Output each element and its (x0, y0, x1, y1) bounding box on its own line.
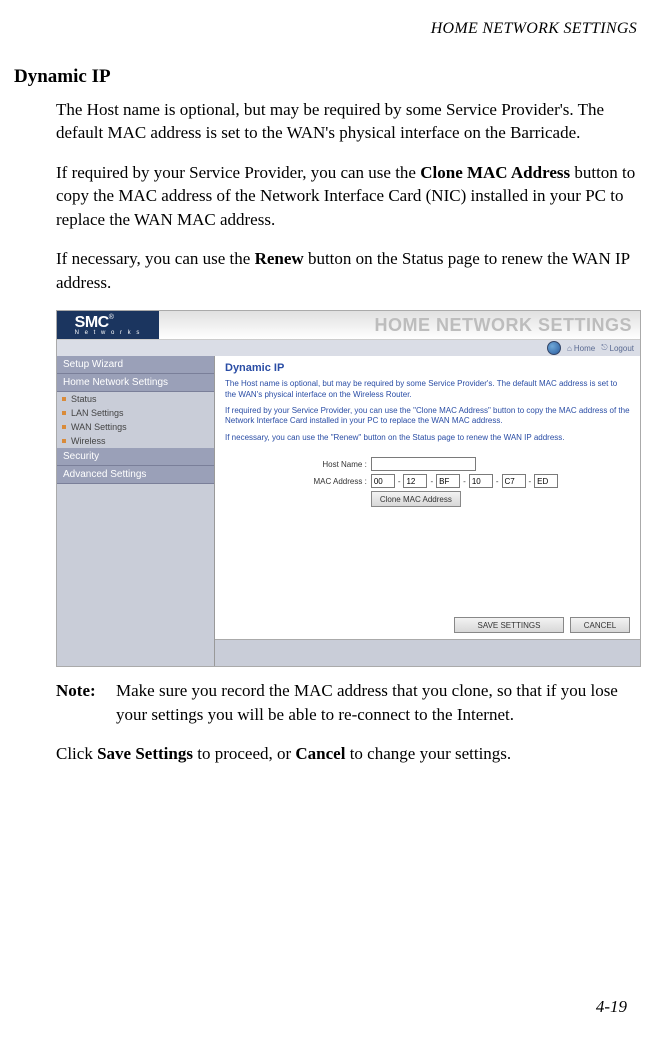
toolbar-home-link[interactable]: ⌂ Home (567, 344, 595, 353)
logout-icon: ⎋ (601, 343, 607, 353)
dynamic-ip-form: Host Name : MAC Address : - - - - (297, 457, 558, 510)
paragraph-1: The Host name is optional, but may be re… (56, 98, 637, 145)
closing-b: Save Settings (97, 744, 193, 763)
sidebar-home-network-settings[interactable]: Home Network Settings (57, 374, 214, 392)
sidebar-item-wireless[interactable]: Wireless (57, 434, 214, 448)
toolbar-logout-label: Logout (610, 344, 634, 353)
toolbar-left-spacer (57, 340, 214, 356)
content-title: Dynamic IP (225, 362, 630, 374)
toolbar-home-label: Home (574, 344, 595, 353)
note-text: Make sure you record the MAC address tha… (116, 679, 627, 726)
paragraph-2: If required by your Service Provider, yo… (56, 161, 637, 231)
mac-octet-4[interactable] (469, 474, 493, 488)
closing-d: Cancel (295, 744, 345, 763)
logo-registered: ® (109, 314, 114, 321)
mac-sep: - (427, 477, 436, 486)
toolbar-logout-link[interactable]: ⎋ Logout (601, 343, 634, 353)
sidebar-security[interactable]: Security (57, 448, 214, 466)
closing-paragraph: Click Save Settings to proceed, or Cance… (56, 742, 637, 765)
page-number: 4-19 (596, 997, 627, 1017)
router-screenshot: SMC® N e t w o r k s HOME NETWORK SETTIN… (56, 310, 641, 667)
banner-title: HOME NETWORK SETTINGS (159, 311, 640, 339)
save-settings-button[interactable]: SAVE SETTINGS (454, 617, 564, 633)
sidebar-item-status[interactable]: Status (57, 392, 214, 406)
clone-mac-button[interactable]: Clone MAC Address (371, 491, 461, 507)
closing-c: to proceed, or (193, 744, 295, 763)
note-label: Note: (56, 679, 116, 726)
mac-sep: - (526, 477, 535, 486)
sidebar: Setup Wizard Home Network Settings Statu… (57, 356, 215, 666)
paragraph-3-bold: Renew (255, 249, 304, 268)
closing-a: Click (56, 744, 97, 763)
mac-sep: - (395, 477, 404, 486)
content-paragraph-3: If necessary, you can use the "Renew" bu… (225, 433, 630, 443)
paragraph-2-a: If required by your Service Provider, yo… (56, 163, 420, 182)
mac-octet-6[interactable] (534, 474, 558, 488)
sidebar-advanced-settings[interactable]: Advanced Settings (57, 466, 214, 484)
content-footer-strip (215, 639, 640, 666)
mac-octet-3[interactable] (436, 474, 460, 488)
mac-octet-2[interactable] (403, 474, 427, 488)
globe-icon (547, 341, 561, 355)
mac-sep: - (493, 477, 502, 486)
smc-logo: SMC® N e t w o r k s (57, 311, 159, 339)
content-paragraph-2: If required by your Service Provider, yo… (225, 406, 630, 427)
content-paragraph-1: The Host name is optional, but may be re… (225, 379, 630, 400)
host-name-input[interactable] (371, 457, 476, 471)
mac-address-label: MAC Address : (297, 477, 371, 486)
mac-octet-5[interactable] (502, 474, 526, 488)
section-heading: Dynamic IP (14, 66, 637, 88)
mac-octet-1[interactable] (371, 474, 395, 488)
running-header: HOME NETWORK SETTINGS (14, 20, 637, 38)
sidebar-item-lan-settings[interactable]: LAN Settings (57, 406, 214, 420)
host-name-label: Host Name : (297, 460, 371, 469)
paragraph-2-bold: Clone MAC Address (420, 163, 570, 182)
sidebar-item-wan-settings[interactable]: WAN Settings (57, 420, 214, 434)
logo-text: SMC (75, 314, 109, 331)
sidebar-setup-wizard[interactable]: Setup Wizard (57, 356, 214, 374)
cancel-button[interactable]: CANCEL (570, 617, 630, 633)
closing-e: to change your settings. (345, 744, 511, 763)
mac-sep: - (460, 477, 469, 486)
home-icon: ⌂ (567, 344, 572, 353)
toolbar-globe[interactable] (547, 341, 561, 355)
paragraph-3-a: If necessary, you can use the (56, 249, 255, 268)
logo-subtext: N e t w o r k s (75, 330, 142, 336)
paragraph-3: If necessary, you can use the Renew butt… (56, 247, 637, 294)
